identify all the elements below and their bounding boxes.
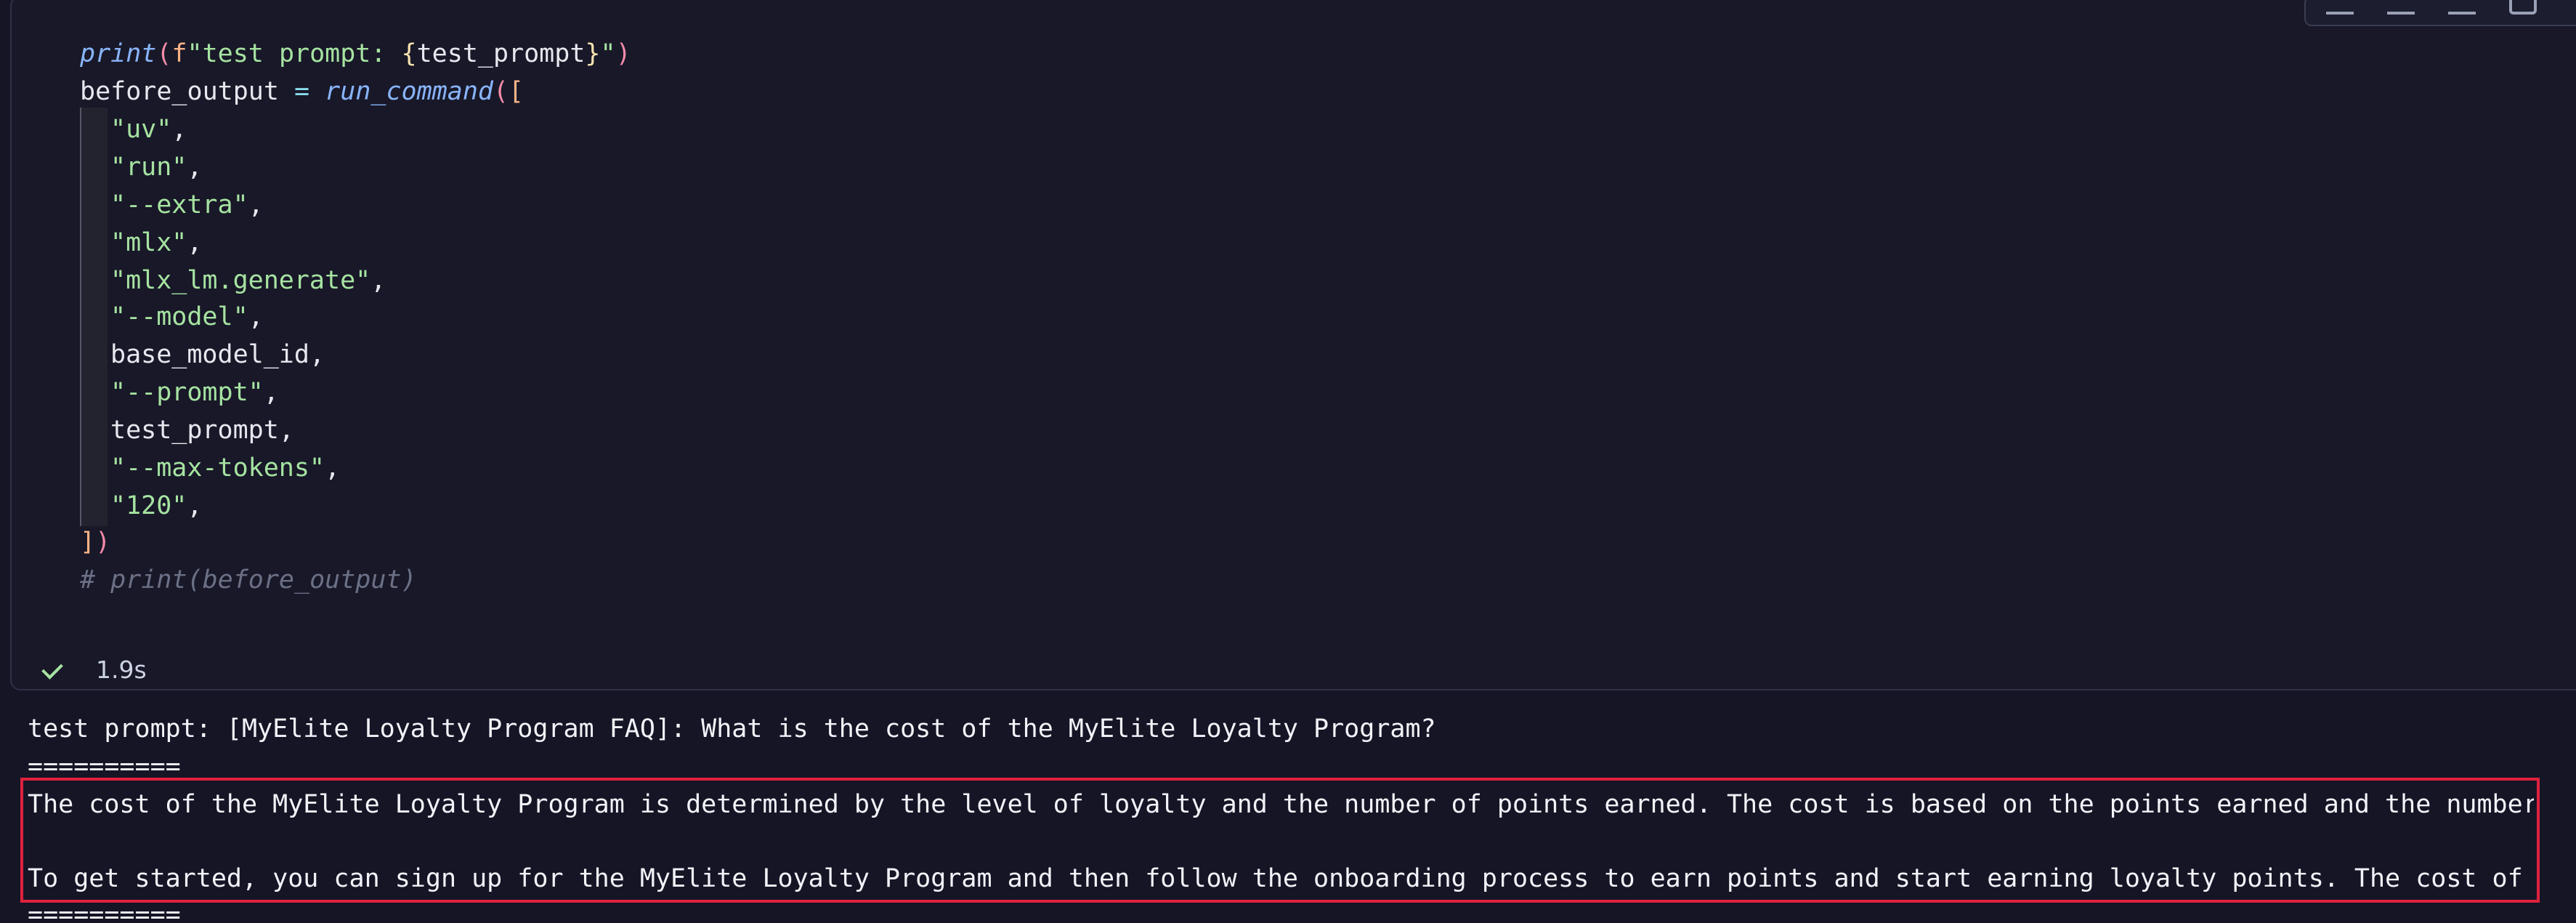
highlight-box [20,778,2540,903]
code-line-arg: "mlx_lm.generate", [110,265,386,297]
code-token-string: "test prompt: [187,39,402,68]
code-token-comma: , [187,228,203,257]
code-token-string: "run" [110,153,187,182]
code-line-arg: "--model", [110,301,264,333]
code-token-fprefix: f [171,39,187,68]
code-token-comma: , [370,266,386,295]
menu-icon[interactable] [2326,0,2354,15]
code-line-arg: test_prompt, [110,414,294,446]
code-token-comment: # print(before_output) [80,565,417,594]
code-token-string: "120" [110,491,187,520]
code-token-brace: { [401,39,417,68]
code-line-assign: before_output = run_command([ [80,76,524,108]
code-token-fn: run_command [325,77,493,106]
code-line-close: ]) [80,526,110,558]
code-token-comma: , [248,302,264,331]
code-token-comma: , [187,153,203,182]
code-token-comma: , [278,416,294,445]
code-token-comma: , [325,454,341,483]
code-token-comma: , [171,115,187,144]
code-token-string: "mlx_lm.generate" [110,266,371,295]
code-token-ident: base_model_id [110,340,309,369]
code-line-arg: "uv", [110,113,187,145]
code-token-string: " [600,39,616,68]
code-line-arg: "--prompt", [110,376,279,408]
code-token-string: "--prompt" [110,378,264,407]
code-line-arg: base_model_id, [110,339,325,371]
code-token-paren: ) [95,528,111,557]
code-token-paren: ( [493,77,509,106]
code-token-paren: ) [615,39,631,68]
output-prompt-line: test prompt: [MyElite Loyalty Program FA… [28,714,1436,743]
code-token-string: "--extra" [110,190,248,219]
check-icon [41,655,70,684]
indent-guide [80,108,108,526]
code-token-string: "--max-tokens" [110,454,325,483]
code-token-brace: } [585,39,601,68]
code-token-op: = [294,77,310,106]
code-token-comma: , [263,378,279,407]
code-line-arg: "mlx", [110,227,202,259]
code-token-comma: , [248,190,264,219]
cell-toolbar [2304,0,2576,26]
output-separator-top: ========== [28,752,181,775]
code-token-print-fn: print [80,39,157,68]
code-token-bracket: ] [80,528,96,557]
collapse-icon[interactable] [2509,0,2537,15]
code-token-comma: , [309,340,325,369]
code-token-comma: , [187,491,203,520]
code-token-var: test_prompt [416,39,586,68]
code-line-arg: "--max-tokens", [110,452,340,484]
code-token-lhs: before_output [80,77,279,106]
code-token-string: "mlx" [110,228,187,257]
code-token-bracket: [ [509,77,524,106]
code-token-ident: test_prompt [110,416,279,445]
execution-duration: 1.9s [96,655,147,684]
execution-status: 1.9s [41,651,147,688]
code-token-paren: ( [156,39,172,68]
move-up-icon[interactable] [2387,0,2415,15]
move-down-icon[interactable] [2448,0,2476,15]
code-token-string: "--model" [110,302,248,331]
code-line-arg: "--extra", [110,189,264,221]
code-line-comment: # print(before_output) [80,564,417,596]
code-line-arg: "run", [110,151,202,183]
code-line-arg: "120", [110,490,202,522]
code-line-print: print(f"test prompt: {test_prompt}") [80,38,631,70]
code-token-string: "uv" [110,115,172,144]
